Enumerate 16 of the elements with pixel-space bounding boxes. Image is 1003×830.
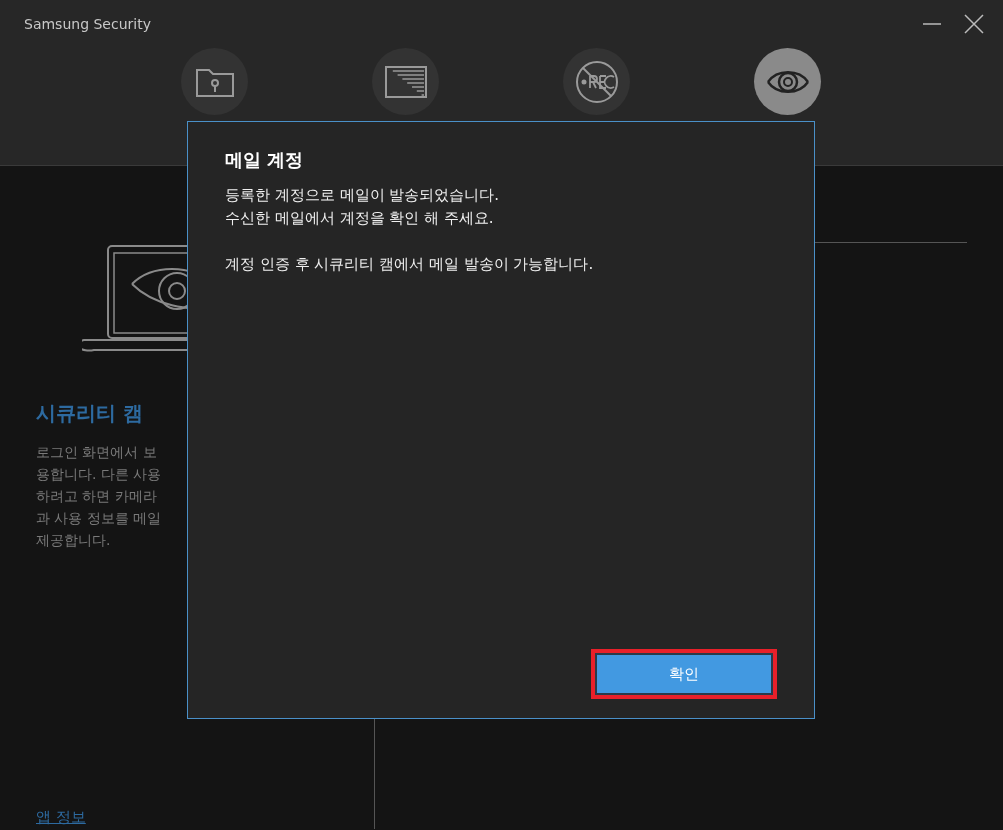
close-icon bbox=[963, 13, 985, 35]
description-line: 로그인 화면에서 보 bbox=[36, 443, 158, 462]
dialog-message: 등록한 계정으로 메일이 발송되었습니다. 수신한 메일에서 계정을 확인 해 주세요. bbox=[225, 185, 501, 229]
description-line: 하려고 하면 카메라 bbox=[36, 487, 158, 506]
dialog-message: 계정 인증 후 시큐리티 캠에서 메일 발송이 가능합니다. bbox=[225, 254, 595, 275]
description-line: 용합니다. 다른 사용 bbox=[36, 465, 163, 484]
dialog-title: 메일 계정 bbox=[225, 148, 305, 172]
confirm-button[interactable]: 확인 bbox=[591, 649, 777, 699]
screen-icon bbox=[383, 64, 428, 99]
description-line: 과 사용 정보를 메일 bbox=[36, 509, 163, 528]
description-line: 제공합니다. bbox=[36, 531, 112, 550]
app-info-link[interactable]: 앱 정보 bbox=[36, 808, 86, 827]
minimize-icon bbox=[923, 23, 941, 25]
window-title: Samsung Security bbox=[24, 16, 152, 32]
feature-title: 시큐리티 캠 bbox=[36, 400, 144, 427]
no-recording-icon bbox=[573, 58, 620, 105]
